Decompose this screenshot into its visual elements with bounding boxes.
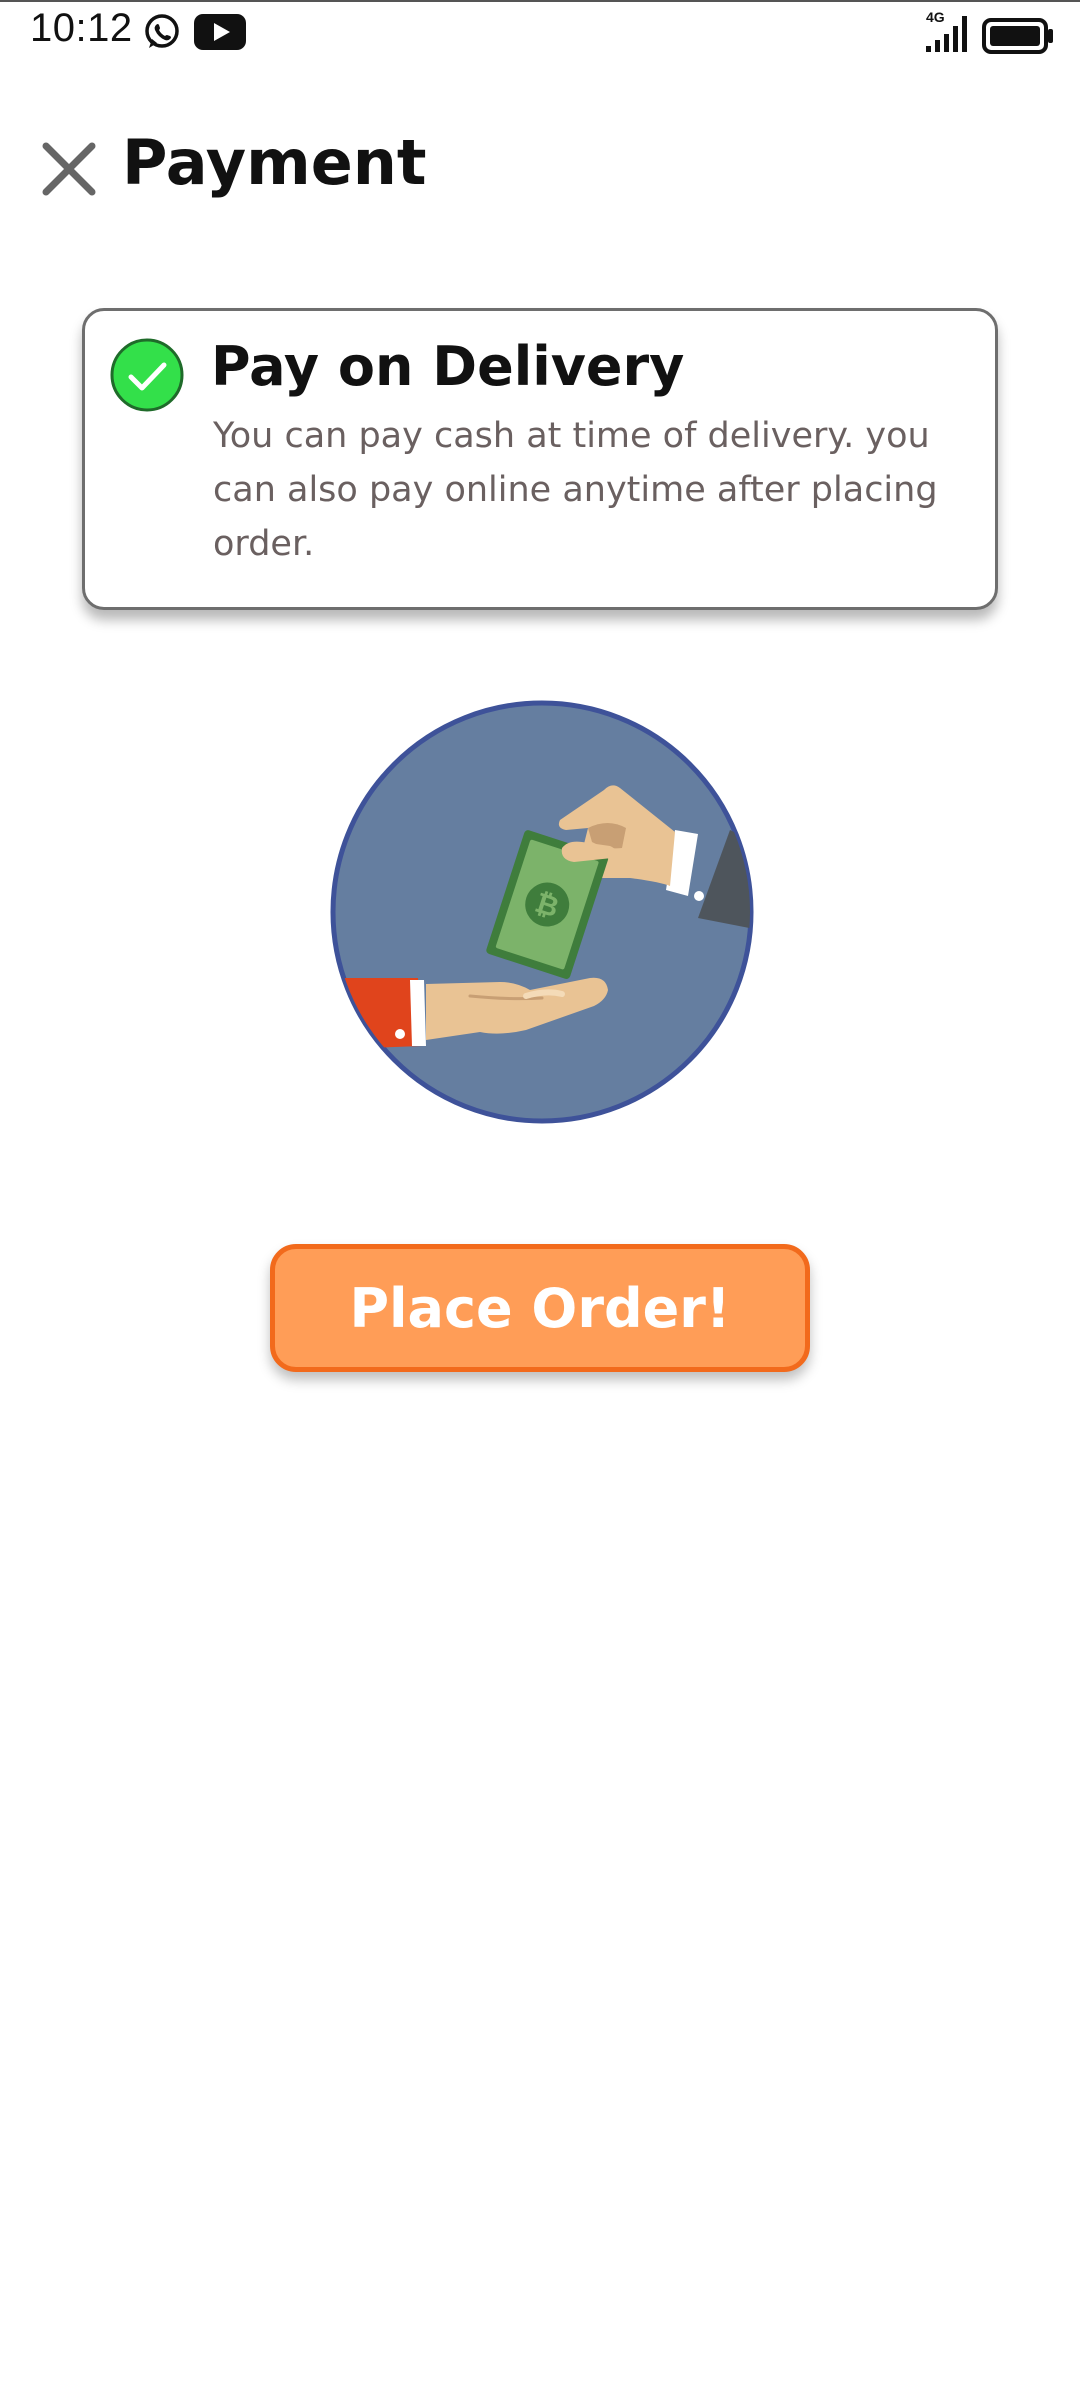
payment-option-description: You can pay cash at time of delivery. yo… xyxy=(213,416,938,564)
youtube-icon xyxy=(194,14,246,50)
status-time: 10:12 xyxy=(30,6,133,50)
check-circle-icon xyxy=(110,338,184,412)
header: Payment xyxy=(0,120,1080,210)
battery-icon xyxy=(982,18,1053,54)
network-type-label: 4G xyxy=(926,9,945,25)
payment-option-title: Pay on Delivery xyxy=(211,335,685,398)
signal-icon: 4G xyxy=(926,9,967,52)
page-title: Payment xyxy=(122,126,427,199)
status-bar: 10:12 4G xyxy=(0,0,1080,64)
payment-option-pay-on-delivery[interactable]: Pay on Delivery You can pay cash at time… xyxy=(82,308,998,610)
cash-payment-icon: ₿ xyxy=(330,700,754,1124)
close-icon[interactable] xyxy=(38,138,100,200)
place-order-button[interactable]: Place Order! xyxy=(270,1244,810,1372)
whatsapp-icon xyxy=(145,14,179,48)
